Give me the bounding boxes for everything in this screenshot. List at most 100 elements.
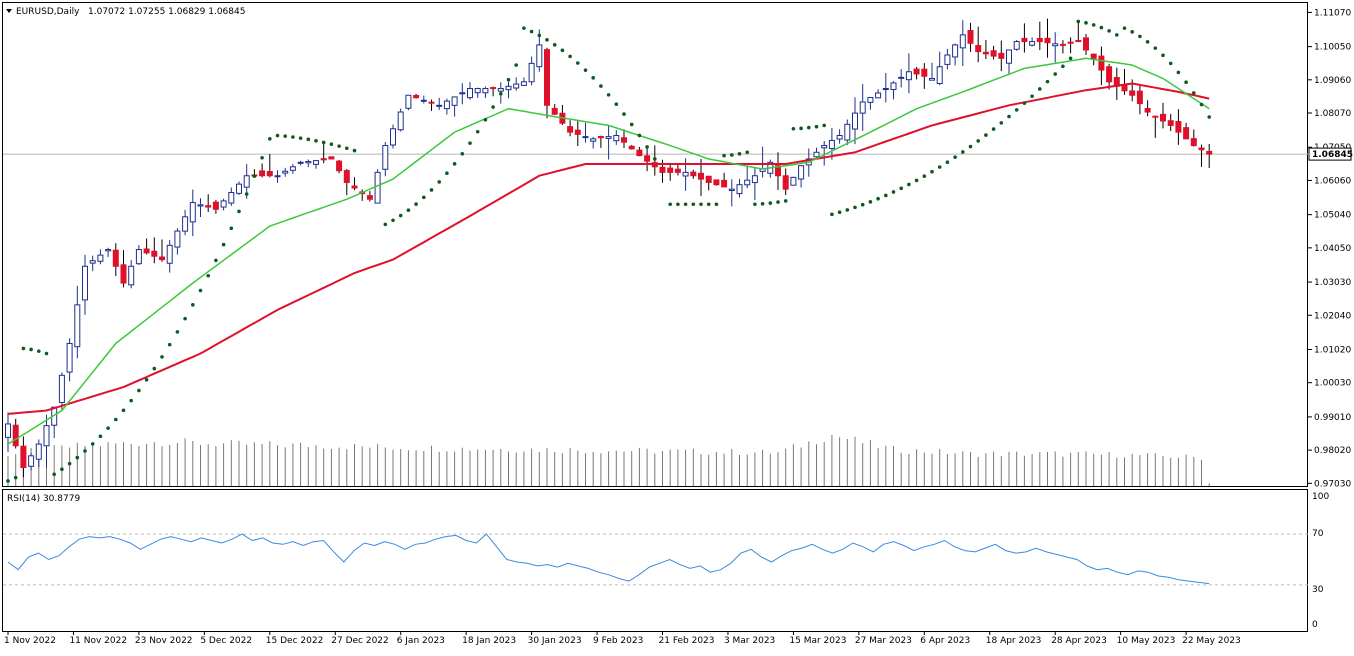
candle-bullish xyxy=(959,34,966,49)
candle-bearish xyxy=(1044,37,1051,44)
candle-bearish xyxy=(975,45,982,53)
candle-bullish xyxy=(828,140,835,149)
candle-bullish xyxy=(289,166,296,171)
candle-bearish xyxy=(1075,40,1082,43)
sar-dot xyxy=(483,117,488,122)
candle-bullish xyxy=(875,92,882,99)
sar-dot xyxy=(475,129,480,134)
parabolic-sar-series xyxy=(6,19,1211,483)
sar-dot xyxy=(576,61,580,65)
candle-bearish xyxy=(544,49,550,106)
rsi-level-lines xyxy=(3,533,1308,586)
candle-bearish xyxy=(621,137,627,143)
chart-canvas[interactable]: 1.110701.100501.090601.080701.070501.060… xyxy=(0,0,1354,652)
candle-bullish xyxy=(97,254,104,262)
sar-dot xyxy=(930,169,934,174)
sar-dot xyxy=(583,68,588,72)
candle-bullish xyxy=(166,244,173,264)
date-tick-label: 28 Apr 2023 xyxy=(1051,636,1107,646)
candle-bullish xyxy=(836,134,843,140)
sar-dot xyxy=(491,105,495,109)
sar-dot xyxy=(722,153,726,158)
candle-bearish xyxy=(413,94,420,99)
sar-dot xyxy=(552,43,557,47)
candle-bearish xyxy=(782,175,789,190)
candle-bearish xyxy=(1152,115,1159,118)
rsi-scale-70: 70 xyxy=(1312,529,1324,539)
candle-bullish xyxy=(451,96,458,106)
price-tick-label: 1.11070 xyxy=(1314,8,1351,18)
sar-dot xyxy=(1161,53,1165,58)
candle-bearish xyxy=(721,179,728,188)
candle-bullish xyxy=(66,342,73,373)
candle-bearish xyxy=(1106,66,1113,83)
candle-bullish xyxy=(474,88,481,94)
dropdown-triangle-icon[interactable] xyxy=(6,9,12,13)
candle-bullish xyxy=(467,88,473,99)
sar-dot xyxy=(991,127,996,131)
candle-bearish xyxy=(1090,53,1097,59)
candle-bearish xyxy=(1160,113,1166,122)
sar-dot xyxy=(191,303,195,307)
sar-dot xyxy=(468,141,472,145)
price-tick-label: 1.08070 xyxy=(1314,109,1351,119)
candle-bearish xyxy=(921,68,928,77)
sar-dot xyxy=(753,202,757,207)
candle-bearish xyxy=(159,256,165,261)
price-tick-label: 1.04050 xyxy=(1314,244,1351,254)
sar-dot xyxy=(90,442,95,446)
candle-bearish xyxy=(1144,107,1151,113)
sar-dot xyxy=(1076,19,1081,24)
sar-dot xyxy=(237,209,241,214)
candle-bearish xyxy=(490,87,497,90)
candle-bullish xyxy=(536,44,543,68)
date-tick-label: 27 Dec 2022 xyxy=(331,636,389,646)
sar-dot xyxy=(175,330,180,334)
sar-dot xyxy=(760,201,765,206)
sar-dot xyxy=(522,26,526,30)
candle-bullish xyxy=(844,123,851,141)
candle-bearish xyxy=(1175,120,1182,133)
sar-dot xyxy=(668,202,672,207)
sar-dot xyxy=(321,140,326,145)
candle-bullish xyxy=(898,76,905,79)
rsi-line xyxy=(7,533,1210,585)
sar-dot xyxy=(1099,25,1104,30)
candle-bearish xyxy=(667,167,674,173)
sar-dot xyxy=(44,351,49,356)
candle-bullish xyxy=(590,138,597,142)
candle-bullish xyxy=(420,99,427,102)
candle-bullish xyxy=(513,83,520,89)
candle-bearish xyxy=(336,160,343,172)
candle-bullish xyxy=(528,62,535,83)
candle-bullish xyxy=(197,204,204,207)
price-tick-label: 1.00030 xyxy=(1314,379,1351,389)
sar-dot xyxy=(814,124,819,129)
price-axis: 1.110701.100501.090601.080701.070501.060… xyxy=(1308,8,1351,489)
date-tick-label: 6 Apr 2023 xyxy=(920,636,970,646)
candle-bearish xyxy=(659,166,666,173)
sar-dot xyxy=(629,122,634,127)
candle-bearish xyxy=(1059,43,1066,46)
rsi-scale-30: 30 xyxy=(1312,585,1324,595)
candle-bullish xyxy=(1029,41,1036,46)
candle-bullish xyxy=(582,136,589,139)
sar-dot xyxy=(414,202,418,206)
price-tick-label: 1.10050 xyxy=(1314,43,1351,53)
sar-dot xyxy=(314,138,318,143)
candle-bearish xyxy=(674,168,681,173)
sar-dot xyxy=(167,342,172,347)
candle-bullish xyxy=(182,216,189,232)
sar-dot xyxy=(229,226,234,231)
candle-bearish xyxy=(690,171,697,177)
sar-dot xyxy=(291,135,295,139)
sar-dot xyxy=(884,193,888,198)
sar-dot xyxy=(144,377,149,382)
candle-bullish xyxy=(736,184,743,195)
sar-dot xyxy=(1068,56,1073,61)
candle-bearish xyxy=(1021,37,1028,43)
candle-bullish xyxy=(105,249,112,252)
sar-dot xyxy=(868,200,873,204)
sar-dot xyxy=(429,188,434,192)
sar-dot xyxy=(1145,40,1150,44)
